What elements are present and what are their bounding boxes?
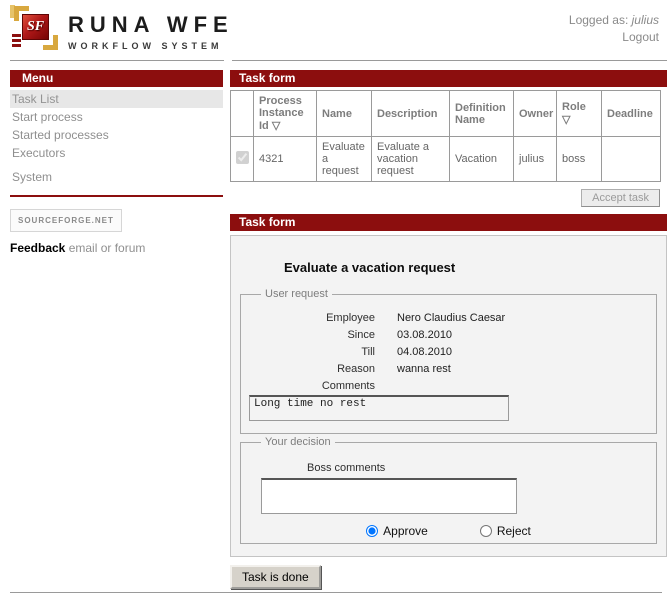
cell-deadline [602,137,661,182]
col-definition-name[interactable]: Definition Name [450,91,514,137]
feedback-label: Feedback [10,241,65,255]
main-content: Task form Process Instance Id ▽ Name Des… [230,70,667,589]
sourceforge-badge[interactable]: SOURCEFORGE.NET [10,209,122,232]
your-decision-legend: Your decision [261,436,335,448]
till-value: 04.08.2010 [397,346,648,358]
page-bottom-divider [10,592,662,593]
task-row: 4321 Evaluate a request Evaluate a vacat… [231,137,661,182]
employee-label: Employee [249,312,375,324]
task-form-panel: Evaluate a vacation request User request… [230,235,667,557]
sidebar-item-task-list[interactable]: Task List [10,90,223,108]
logged-as-label: Logged as: [569,13,628,27]
feedback-links[interactable]: email or forum [69,241,146,255]
reject-label: Reject [497,524,531,538]
header-divider-left [10,60,224,61]
col-role[interactable]: Role ▽ [557,91,602,137]
sidebar: Menu Task List Start process Started pro… [10,70,223,255]
approve-label: Approve [383,524,428,538]
cell-role: boss [557,137,602,182]
employee-value: Nero Claudius Caesar [397,312,648,324]
col-checkbox [231,91,254,137]
form-title: Evaluate a vacation request [284,260,657,275]
task-table: Process Instance Id ▽ Name Description D… [230,90,661,182]
comments-value [397,380,648,392]
reject-radio[interactable] [480,525,492,537]
username: julius [632,13,659,27]
menu-header: Menu [10,70,223,87]
accept-task-row: Accept task [230,189,660,207]
user-request-fields: Employee Nero Claudius Caesar Since 03.0… [249,312,648,392]
sf-monogram: SF [22,14,49,40]
col-description[interactable]: Description [372,91,450,137]
menu-list: Task List Start process Started processe… [10,90,223,186]
accept-task-button[interactable]: Accept task [581,189,660,207]
task-form-panel-header: Task form [230,214,667,231]
task-row-checkbox[interactable] [236,151,249,164]
header-divider-right [232,60,667,61]
cell-name: Evaluate a request [317,137,372,182]
user-request-fieldset: User request Employee Nero Claudius Caes… [240,288,657,434]
col-name[interactable]: Name [317,91,372,137]
since-value: 03.08.2010 [397,329,648,341]
till-label: Till [249,346,375,358]
user-request-legend: User request [261,288,332,300]
since-label: Since [249,329,375,341]
approve-option[interactable]: Approve [366,524,428,538]
sidebar-item-executors[interactable]: Executors [10,144,223,162]
feedback-line: Feedback email or forum [10,241,223,255]
reason-label: Reason [249,363,375,375]
sidebar-divider [10,195,223,197]
task-list-panel-header: Task form [230,70,667,87]
boss-comments-label: Boss comments [307,462,648,474]
cell-description: Evaluate a vacation request [372,137,450,182]
sidebar-item-started-processes[interactable]: Started processes [10,126,223,144]
your-decision-fieldset: Your decision Boss comments Approve Reje… [240,436,657,544]
brand-subtitle: WORKFLOW SYSTEM [68,41,234,51]
col-deadline[interactable]: Deadline [602,91,661,137]
brand-text: RUNA WFE WORKFLOW SYSTEM [68,12,234,51]
task-is-done-button[interactable]: Task is done [230,565,321,589]
logged-as: Logged as: julius [569,12,659,29]
comments-textarea[interactable]: Long time no rest [249,395,509,421]
account-area: Logged as: julius Logout [569,12,659,46]
cell-definition-name: Vacation [450,137,514,182]
boss-comments-textarea[interactable] [261,478,517,514]
col-owner[interactable]: Owner [514,91,557,137]
sourceforge-sf-icon: SF [10,5,60,53]
cell-owner: julius [514,137,557,182]
cell-process-instance-id: 4321 [254,137,317,182]
reason-value: wanna rest [397,363,648,375]
app-header: SF RUNA WFE WORKFLOW SYSTEM Logged as: j… [0,0,669,60]
sidebar-item-system[interactable]: System [10,168,223,186]
approve-radio[interactable] [366,525,378,537]
reject-option[interactable]: Reject [480,524,531,538]
col-process-instance-id[interactable]: Process Instance Id ▽ [254,91,317,137]
task-table-header-row: Process Instance Id ▽ Name Description D… [231,91,661,137]
decision-radio-group: Approve Reject [249,524,648,538]
brand-name: RUNA WFE [68,12,234,38]
app-logo: SF RUNA WFE WORKFLOW SYSTEM [10,5,234,53]
comments-label: Comments [249,380,375,392]
logout-link[interactable]: Logout [622,29,659,46]
sidebar-item-start-process[interactable]: Start process [10,108,223,126]
